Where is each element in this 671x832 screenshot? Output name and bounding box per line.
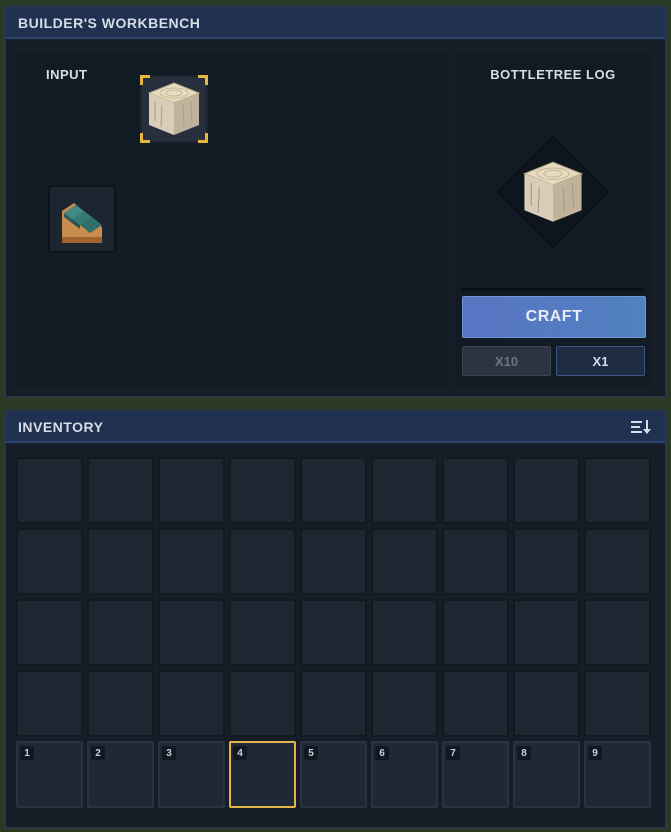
bottletree-log-icon xyxy=(147,82,201,135)
inventory-slot[interactable] xyxy=(87,457,154,524)
workbench-title: BUILDER'S WORKBENCH xyxy=(6,7,665,39)
inventory-header: INVENTORY xyxy=(6,411,665,443)
hotbar-slot-3[interactable]: 3 xyxy=(158,741,225,808)
hotbar-slot-9[interactable]: 9 xyxy=(584,741,651,808)
inventory-slot[interactable] xyxy=(87,528,154,595)
hotbar-key-label: 3 xyxy=(162,746,176,760)
inventory-slot[interactable] xyxy=(584,528,651,595)
craft-divider xyxy=(462,288,644,291)
hotbar-key-label: 6 xyxy=(375,746,389,760)
inventory-slot[interactable] xyxy=(158,599,225,666)
inventory-title: INVENTORY xyxy=(18,419,104,435)
input-slot-bottletree-log[interactable] xyxy=(140,75,208,143)
hotbar-key-label: 9 xyxy=(588,746,602,760)
bottletree-log-icon xyxy=(522,161,584,222)
inventory-slot[interactable] xyxy=(584,599,651,666)
inventory-slot[interactable] xyxy=(229,457,296,524)
inventory-slot[interactable] xyxy=(442,528,509,595)
input-label: INPUT xyxy=(46,67,88,82)
inventory-slot[interactable] xyxy=(16,528,83,595)
inventory-slot[interactable] xyxy=(513,528,580,595)
inventory-slot[interactable] xyxy=(87,599,154,666)
hotbar-slot-4[interactable]: 4 xyxy=(229,741,296,808)
inventory-slot[interactable] xyxy=(16,457,83,524)
inventory-slot[interactable] xyxy=(371,670,438,737)
hotbar-slot-7[interactable]: 7 xyxy=(442,741,509,808)
hotbar-key-label: 8 xyxy=(517,746,531,760)
inventory-slot[interactable] xyxy=(16,599,83,666)
inventory-grid: 1 2 3 4 5 6 7 8 9 xyxy=(16,457,651,808)
inventory-slot[interactable] xyxy=(158,670,225,737)
inventory-slot[interactable] xyxy=(371,528,438,595)
inventory-slot[interactable] xyxy=(513,599,580,666)
hotbar-slot-1[interactable]: 1 xyxy=(16,741,83,808)
selection-corner xyxy=(198,75,208,85)
inventory-slot[interactable] xyxy=(442,457,509,524)
inventory-slot[interactable] xyxy=(584,457,651,524)
inventory-slot[interactable] xyxy=(513,670,580,737)
hotbar-slot-2[interactable]: 2 xyxy=(87,741,154,808)
inventory-slot[interactable] xyxy=(229,599,296,666)
inventory-slot[interactable] xyxy=(442,670,509,737)
inventory-slot[interactable] xyxy=(158,457,225,524)
inventory-panel: INVENTORY 1 2 3 4 5 6 7 8 9 xyxy=(4,409,667,829)
inventory-slot[interactable] xyxy=(300,599,367,666)
inventory-slot[interactable] xyxy=(300,670,367,737)
inventory-slot[interactable] xyxy=(87,670,154,737)
inventory-slot[interactable] xyxy=(371,457,438,524)
hotbar-slot-5[interactable]: 5 xyxy=(300,741,367,808)
output-area: BOTTLETREE LOG CRAFT X10 X1 xyxy=(456,53,650,387)
quantity-x1-button[interactable]: X1 xyxy=(556,346,645,376)
inventory-slot[interactable] xyxy=(513,457,580,524)
teal-stairs-icon xyxy=(62,203,102,243)
hotbar-slot-8[interactable]: 8 xyxy=(513,741,580,808)
inventory-slot[interactable] xyxy=(229,528,296,595)
inventory-slot[interactable] xyxy=(229,670,296,737)
input-slot-stairs[interactable] xyxy=(48,185,116,253)
craft-button[interactable]: CRAFT xyxy=(462,296,646,338)
selection-corner xyxy=(140,133,150,143)
selection-corner xyxy=(198,133,208,143)
hotbar-key-label: 5 xyxy=(304,746,318,760)
inventory-slot[interactable] xyxy=(584,670,651,737)
inventory-slot[interactable] xyxy=(442,599,509,666)
sort-icon[interactable] xyxy=(631,419,651,435)
inventory-slot[interactable] xyxy=(16,670,83,737)
inventory-slot[interactable] xyxy=(300,528,367,595)
hotbar-key-label: 1 xyxy=(20,746,34,760)
hotbar-key-label: 2 xyxy=(91,746,105,760)
input-area: INPUT xyxy=(16,53,448,387)
workbench-panel: BUILDER'S WORKBENCH INPUT BOTTLETREE LOG… xyxy=(4,5,667,398)
output-title: BOTTLETREE LOG xyxy=(490,67,616,82)
hotbar-key-label: 7 xyxy=(446,746,460,760)
inventory-slot[interactable] xyxy=(158,528,225,595)
inventory-slot[interactable] xyxy=(300,457,367,524)
selection-corner xyxy=(140,75,150,85)
output-preview xyxy=(496,135,610,249)
quantity-x10-button[interactable]: X10 xyxy=(462,346,551,376)
hotbar-slot-6[interactable]: 6 xyxy=(371,741,438,808)
inventory-slot[interactable] xyxy=(371,599,438,666)
hotbar-key-label: 4 xyxy=(233,746,247,760)
